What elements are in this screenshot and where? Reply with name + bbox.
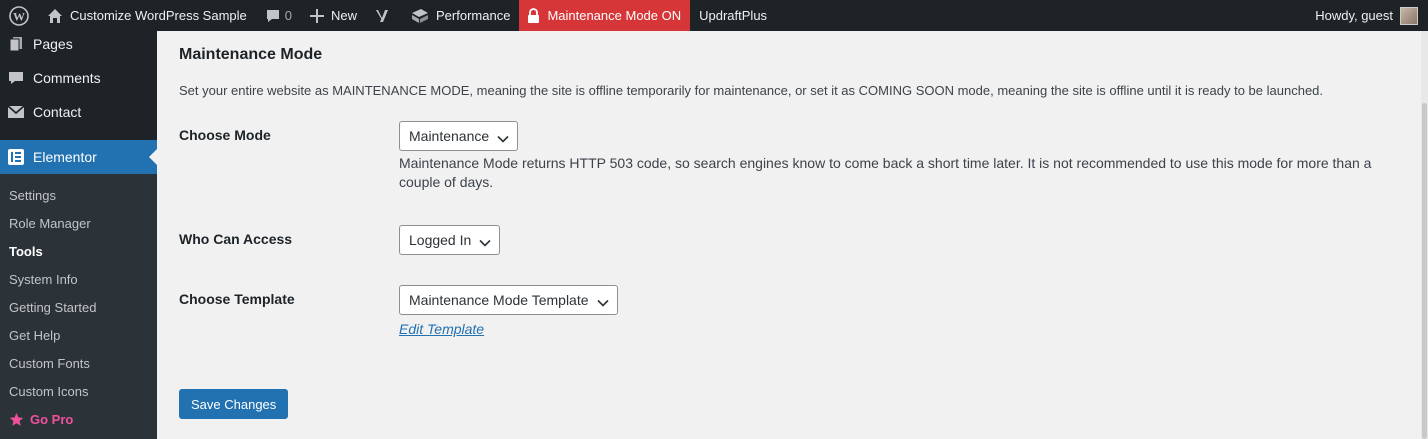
choose-mode-value: Maintenance	[409, 128, 490, 144]
scrollbar-track[interactable]	[1421, 31, 1428, 439]
yoast-link[interactable]	[366, 0, 402, 31]
menu-item-label: Pages	[33, 36, 73, 52]
choose-mode-select[interactable]: Maintenance	[399, 121, 519, 151]
performance-icon	[411, 8, 429, 24]
choose-mode-label: Choose Mode	[179, 127, 271, 143]
submenu-item-go-pro[interactable]: Go Pro	[0, 405, 157, 433]
star-icon	[9, 412, 24, 427]
wordpress-icon: W	[9, 5, 29, 26]
updraftplus-link[interactable]: UpdraftPlus	[690, 0, 776, 31]
performance-label: Performance	[436, 8, 511, 23]
submenu-item-custom-fonts[interactable]: Custom Fonts	[0, 349, 157, 377]
performance-link[interactable]: Performance	[402, 0, 519, 31]
maintenance-mode-indicator[interactable]: Maintenance Mode ON	[519, 0, 691, 31]
submenu-item-settings[interactable]: Settings	[0, 181, 157, 209]
chevron-down-icon	[479, 235, 491, 251]
menu-item-label: Comments	[33, 70, 101, 86]
admin-sidebar: Pages Comments Contact Elementor Setting…	[0, 31, 157, 439]
menu-item-elementor[interactable]: Elementor	[0, 140, 157, 174]
home-icon	[47, 8, 63, 24]
submenu-item-role-manager[interactable]: Role Manager	[0, 209, 157, 237]
submenu-item-system-info[interactable]: System Info	[0, 265, 157, 293]
svg-text:W: W	[13, 9, 25, 23]
submenu-item-getting-started[interactable]: Getting Started	[0, 293, 157, 321]
avatar	[1400, 6, 1418, 25]
menu-item-label: Contact	[33, 104, 82, 120]
scrollbar-thumb[interactable]	[1422, 103, 1427, 439]
choose-template-label: Choose Template	[179, 291, 295, 307]
account-menu[interactable]: Howdy, guest	[1306, 0, 1428, 31]
admin-bar: W Customize WordPress Sample 0 New Perfo…	[0, 0, 1428, 31]
menu-item-contact[interactable]: Contact	[0, 95, 157, 129]
lock-icon	[527, 7, 540, 24]
who-can-access-label: Who Can Access	[179, 231, 293, 247]
page-title: Maintenance Mode	[179, 46, 323, 63]
comments-link[interactable]: 0	[256, 0, 301, 31]
who-can-access-value: Logged In	[409, 232, 472, 248]
main-content: Maintenance Mode Set your entire website…	[157, 31, 1428, 439]
new-label: New	[331, 8, 358, 23]
submenu-item-tools[interactable]: Tools	[0, 237, 157, 265]
site-name: Customize WordPress Sample	[70, 8, 247, 23]
choose-template-value: Maintenance Mode Template	[409, 292, 589, 308]
submenu-item-get-help[interactable]: Get Help	[0, 321, 157, 349]
mail-icon	[8, 104, 24, 120]
comments-count: 0	[284, 8, 292, 23]
save-changes-button[interactable]: Save Changes	[179, 389, 289, 419]
edit-template-link[interactable]: Edit Template	[399, 321, 484, 337]
page-description: Set your entire website as MAINTENANCE M…	[179, 83, 1324, 98]
choose-mode-help: Maintenance Mode returns HTTP 503 code, …	[399, 155, 1372, 190]
new-content-link[interactable]: New	[301, 0, 366, 31]
comments-icon	[8, 70, 24, 86]
go-pro-label: Go Pro	[30, 411, 74, 427]
elementor-submenu: Settings Role Manager Tools System Info …	[0, 174, 157, 439]
menu-item-comments[interactable]: Comments	[0, 61, 157, 95]
elementor-icon	[8, 149, 24, 165]
yoast-icon	[375, 7, 393, 25]
who-can-access-select[interactable]: Logged In	[399, 225, 501, 255]
submenu-item-custom-icons[interactable]: Custom Icons	[0, 377, 157, 405]
menu-item-label: Elementor	[33, 149, 97, 165]
howdy-label: Howdy, guest	[1315, 8, 1393, 23]
chevron-down-icon	[596, 295, 609, 311]
comment-icon	[265, 8, 281, 24]
choose-template-select[interactable]: Maintenance Mode Template	[399, 285, 618, 315]
updraft-label: UpdraftPlus	[699, 8, 768, 23]
plus-icon	[310, 8, 324, 23]
maintenance-label: Maintenance Mode ON	[547, 8, 682, 23]
menu-item-pages[interactable]: Pages	[0, 27, 157, 61]
pages-icon	[8, 36, 24, 52]
chevron-down-icon	[497, 131, 509, 147]
